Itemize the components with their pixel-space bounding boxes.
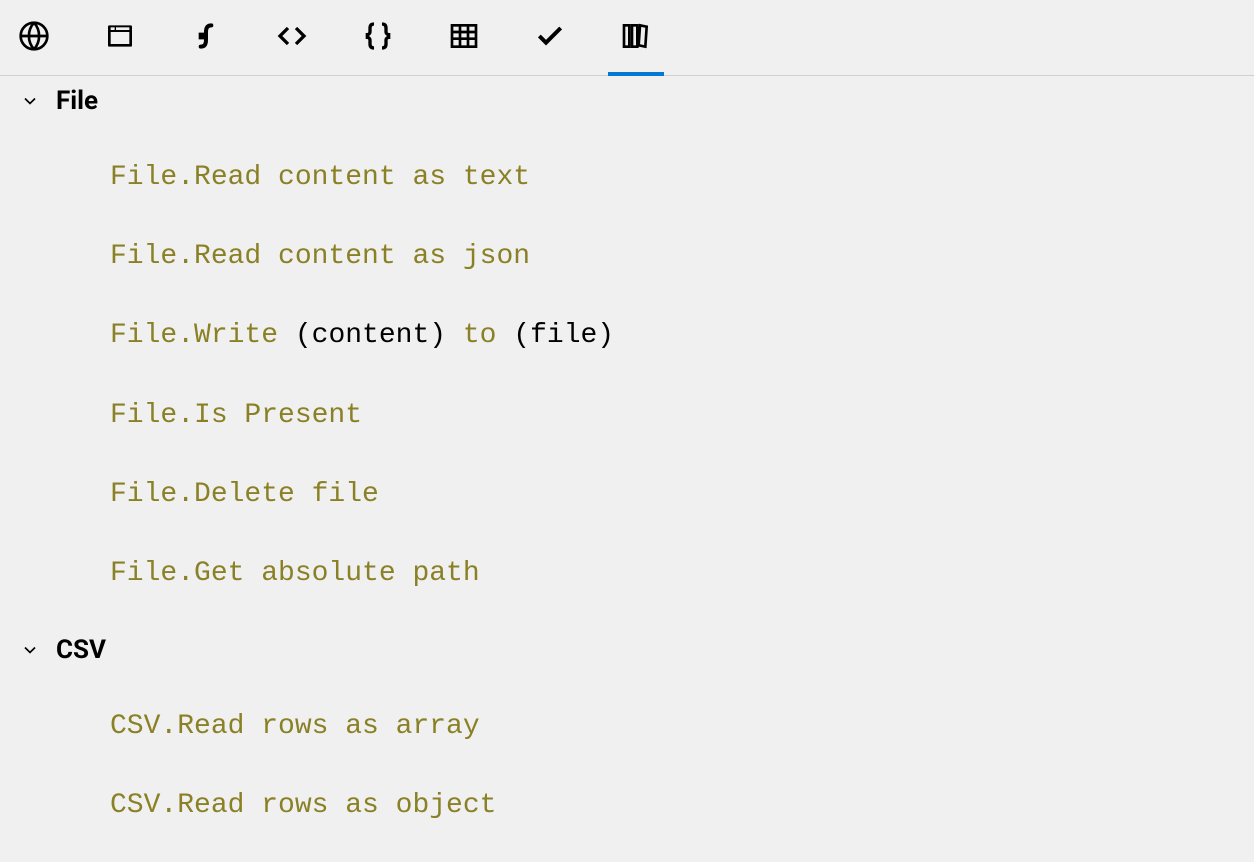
tab-globe[interactable] — [14, 18, 54, 58]
category-header-csv[interactable]: CSV — [0, 629, 1254, 671]
item-text-part: File.Write — [110, 320, 278, 351]
list-item[interactable]: File.Is Present — [110, 384, 1254, 463]
category-title: File — [56, 86, 98, 116]
item-text-part: CSV.Read rows as object — [110, 790, 496, 821]
item-text-part: CSV.Read rows as array — [110, 711, 480, 742]
browser-icon — [104, 20, 136, 56]
item-list: CSV.Read rows as array CSV.Read rows as o… — [0, 671, 1254, 861]
category-title: CSV — [56, 635, 106, 665]
list-item[interactable]: File.Delete file — [110, 463, 1254, 542]
chevron-down-icon — [18, 638, 42, 662]
list-item[interactable]: CSV.Read rows as array — [110, 695, 1254, 774]
list-item[interactable]: File.Read content as text — [110, 146, 1254, 225]
item-text-part: File.Read content as json — [110, 241, 530, 272]
check-icon — [534, 20, 566, 56]
item-text-part: (file) — [496, 320, 614, 351]
function-icon — [190, 20, 222, 56]
item-text-part: File.Read content as text — [110, 162, 530, 193]
item-text-part: to — [463, 320, 497, 351]
list-item[interactable]: CSV.Read rows as object — [110, 774, 1254, 853]
content-area: FileFile.Read content as textFile.Read c… — [0, 76, 1254, 862]
tab-library[interactable] — [616, 18, 656, 58]
tab-function[interactable] — [186, 18, 226, 58]
globe-icon — [18, 20, 50, 56]
list-item[interactable]: File.Read content as json — [110, 225, 1254, 304]
tab-browser[interactable] — [100, 18, 140, 58]
tab-table[interactable] — [444, 18, 484, 58]
braces-icon — [362, 20, 394, 56]
library-icon — [620, 20, 652, 56]
chevron-down-icon — [18, 89, 42, 113]
list-item[interactable]: File.Write (content) to (file) — [110, 304, 1254, 383]
item-text-part: File.Delete file — [110, 479, 379, 510]
code-icon — [276, 20, 308, 56]
table-icon — [448, 20, 480, 56]
toolbar — [0, 0, 1254, 76]
list-item[interactable]: File.Get absolute path — [110, 542, 1254, 621]
tab-code[interactable] — [272, 18, 312, 58]
item-text-part: File.Get absolute path — [110, 558, 480, 589]
tab-braces[interactable] — [358, 18, 398, 58]
item-list: File.Read content as text File.Read conte… — [0, 122, 1254, 629]
item-text-part: (content) — [278, 320, 463, 351]
tab-check[interactable] — [530, 18, 570, 58]
item-text-part: File.Is Present — [110, 400, 362, 431]
category-header-file[interactable]: File — [0, 80, 1254, 122]
